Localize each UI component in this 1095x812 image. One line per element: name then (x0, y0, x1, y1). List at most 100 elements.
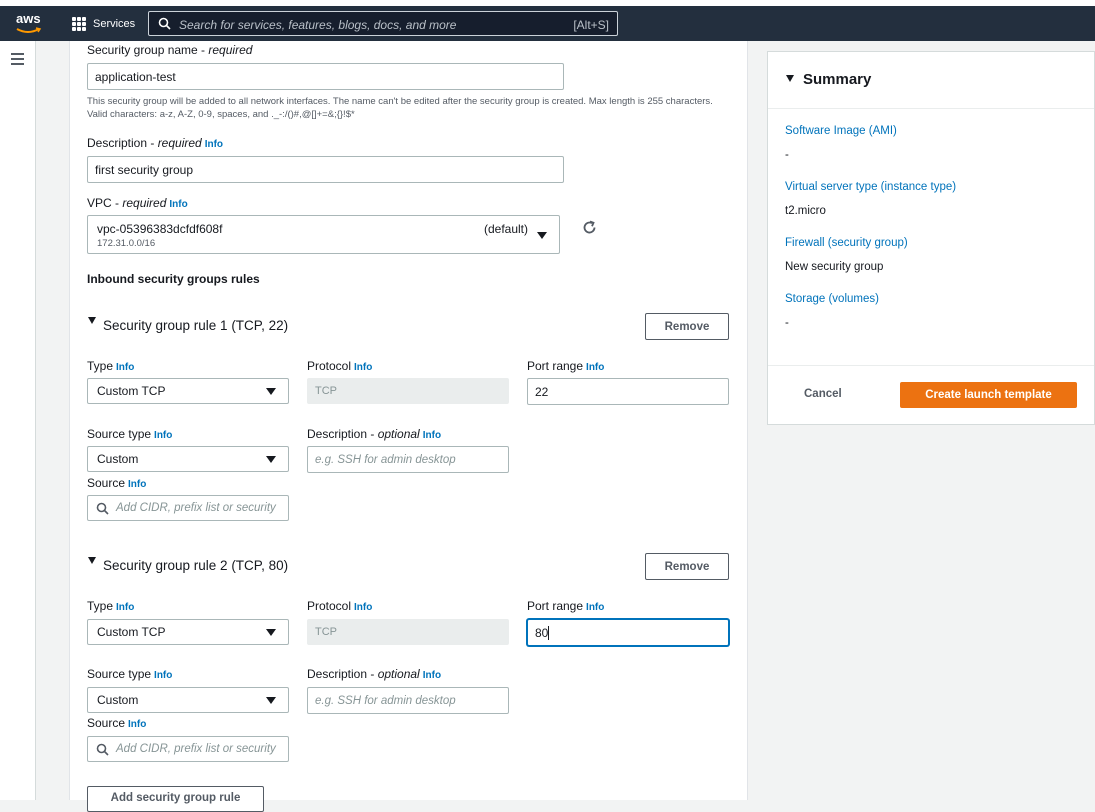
rule-2-protocol-label: Protocol Info (307, 599, 373, 613)
create-launch-template-button[interactable]: Create launch template (900, 382, 1077, 408)
summary-title: Summary (803, 71, 872, 88)
rule-1-protocol-info-link[interactable]: Info (354, 362, 372, 373)
sg-name-value: application-test (95, 69, 176, 84)
vpc-select[interactable]: vpc-05396383dcfdf608f 172.31.0.0/16 (def… (87, 215, 560, 254)
aws-logo-text: aws (16, 11, 41, 26)
summary-instance-type-value: t2.micro (785, 205, 826, 217)
chevron-down-icon (266, 388, 276, 395)
rule-2-type-value: Custom TCP (97, 625, 166, 639)
rule-2-source-type-label: Source type Info (87, 667, 173, 681)
summary-instance-type-link[interactable]: Virtual server type (instance type) (785, 181, 956, 193)
summary-firewall-link[interactable]: Firewall (security group) (785, 237, 908, 249)
rule-2-description-placeholder: e.g. SSH for admin desktop (315, 694, 456, 707)
top-navigation-bar: aws Services Search for services, featur… (0, 6, 1095, 41)
rule-2-source-type-select[interactable]: Custom (87, 687, 289, 713)
summary-storage-link[interactable]: Storage (volumes) (785, 293, 879, 305)
rule-1-source-type-label: Source type Info (87, 427, 173, 441)
rule-1-type-label: Type Info (87, 359, 135, 373)
rule-2-description-input[interactable]: e.g. SSH for admin desktop (307, 687, 509, 714)
rule-2-collapse-icon[interactable] (88, 557, 96, 564)
rule-2-port-label: Port range Info (527, 599, 605, 613)
search-placeholder: Search for services, features, blogs, do… (179, 18, 457, 32)
services-grid-icon (72, 17, 86, 31)
security-group-form: Security group name - required applicati… (69, 41, 748, 812)
inbound-rules-title: Inbound security groups rules (87, 272, 260, 286)
rule-2-source-type-value: Custom (97, 693, 139, 707)
summary-divider (768, 365, 1094, 366)
rule-2-remove-button[interactable]: Remove (645, 553, 729, 580)
rule-2-type-info-link[interactable]: Info (116, 602, 134, 613)
add-security-group-rule-button[interactable]: Add security group rule (87, 786, 264, 812)
rule-2-description-info-link[interactable]: Info (423, 670, 441, 681)
rule-1-source-input[interactable]: Add CIDR, prefix list or security (87, 495, 289, 521)
search-icon (96, 502, 109, 515)
global-search-input[interactable]: Search for services, features, blogs, do… (148, 11, 618, 36)
rule-1-port-label: Port range Info (527, 359, 605, 373)
summary-panel: Summary Software Image (AMI) - Virtual s… (767, 51, 1095, 425)
summary-firewall-value: New security group (785, 261, 884, 273)
search-icon (158, 17, 171, 30)
summary-header[interactable]: Summary (768, 52, 1094, 109)
cancel-button[interactable]: Cancel (804, 388, 842, 400)
chevron-down-icon (266, 456, 276, 463)
description-info-link[interactable]: Info (205, 139, 223, 150)
rule-1-description-input[interactable]: e.g. SSH for admin desktop (307, 446, 509, 473)
rule-1-source-info-link[interactable]: Info (128, 479, 146, 490)
rule-1-title: Security group rule 1 (TCP, 22) (103, 318, 289, 333)
rule-1-port-input[interactable]: 22 (527, 378, 729, 405)
rule-1-protocol-label: Protocol Info (307, 359, 373, 373)
rule-1-protocol-value: TCP (315, 385, 337, 397)
rule-2-description-label: Description - optional Info (307, 667, 442, 681)
rule-1-source-type-value: Custom (97, 452, 139, 466)
description-label: Description - required Info (87, 136, 224, 150)
vpc-default-tag: (default) (483, 222, 528, 236)
vpc-cidr: 172.31.0.0/16 (97, 238, 156, 249)
rule-2-port-input[interactable]: 80 (527, 619, 729, 646)
description-input[interactable]: first security group (87, 156, 564, 183)
rule-1-port-info-link[interactable]: Info (586, 362, 604, 373)
rule-2-protocol-value: TCP (315, 626, 337, 638)
rule-2-port-info-link[interactable]: Info (586, 602, 604, 613)
rule-2-source-input[interactable]: Add CIDR, prefix list or security (87, 736, 289, 762)
rule-2-source-type-info-link[interactable]: Info (154, 670, 172, 681)
vpc-id: vpc-05396383dcfdf608f (97, 222, 223, 236)
rule-2-source-info-link[interactable]: Info (128, 719, 146, 730)
rule-1-port-value: 22 (535, 384, 549, 399)
vpc-info-link[interactable]: Info (169, 199, 187, 210)
chevron-down-icon (266, 697, 276, 704)
rule-2-protocol-info-link[interactable]: Info (354, 602, 372, 613)
summary-storage-value: - (785, 317, 789, 329)
sg-name-input[interactable]: application-test (87, 63, 564, 90)
summary-collapse-icon (786, 75, 794, 82)
chevron-down-icon (266, 629, 276, 636)
rule-1-description-placeholder: e.g. SSH for admin desktop (315, 453, 456, 466)
rule-2-protocol-input: TCP (307, 619, 509, 645)
search-shortcut: [Alt+S] (573, 18, 609, 32)
rule-2-type-select[interactable]: Custom TCP (87, 619, 289, 645)
rule-2-port-value: 80 (535, 625, 549, 640)
rule-1-type-select[interactable]: Custom TCP (87, 378, 289, 404)
rule-1-source-type-select[interactable]: Custom (87, 446, 289, 472)
rule-1-source-label: Source Info (87, 476, 147, 490)
description-value: first security group (95, 162, 194, 177)
hamburger-menu-icon[interactable] (11, 53, 24, 65)
rule-1-protocol-input: TCP (307, 378, 509, 404)
services-label: Services (93, 18, 136, 30)
services-menu-button[interactable]: Services (72, 15, 135, 33)
rule-1-type-info-link[interactable]: Info (116, 362, 134, 373)
sg-name-help: This security group will be added to all… (87, 96, 713, 120)
rule-2-type-label: Type Info (87, 599, 135, 613)
rule-1-type-value: Custom TCP (97, 384, 166, 398)
rule-2-title: Security group rule 2 (TCP, 80) (103, 558, 289, 573)
rule-1-source-type-info-link[interactable]: Info (154, 430, 172, 441)
rule-1-remove-button[interactable]: Remove (645, 313, 729, 340)
rule-1-description-info-link[interactable]: Info (423, 430, 441, 441)
text-cursor (548, 625, 550, 640)
aws-logo[interactable]: aws (14, 9, 46, 37)
rule-1-source-placeholder: Add CIDR, prefix list or security (116, 502, 276, 514)
summary-ami-link[interactable]: Software Image (AMI) (785, 125, 897, 137)
side-navigation (0, 41, 36, 800)
rule-2-source-label: Source Info (87, 716, 147, 730)
rule-1-collapse-icon[interactable] (88, 317, 96, 324)
refresh-icon[interactable] (581, 219, 598, 236)
